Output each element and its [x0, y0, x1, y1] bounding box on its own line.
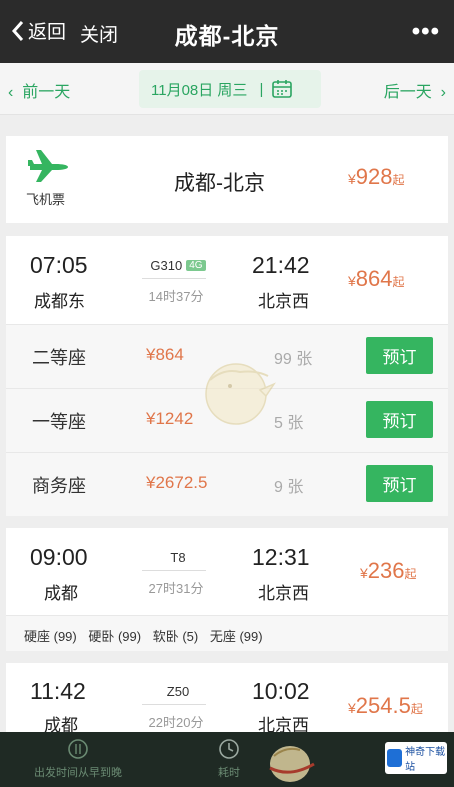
seat-class: 商务座	[32, 476, 86, 496]
book-button[interactable]: 预订	[366, 465, 433, 502]
arrival-station: 北京西	[258, 292, 309, 311]
sort-by-duration-tab[interactable]: 耗时	[204, 738, 254, 780]
date-selector-bar: ‹ 前一天 11月08日 周三 | 后一天 ›	[0, 63, 454, 115]
duration-line	[142, 278, 206, 279]
sort-by-departure-label: 出发时间从早到晚	[34, 767, 122, 779]
seat-row: 商务座 ¥2672.5 9 张 预订	[6, 452, 448, 516]
sort-by-duration-label: 耗时	[218, 767, 240, 779]
sort-by-departure-tab[interactable]: 出发时间从早到晚	[28, 738, 128, 780]
page-title: 成都-北京	[174, 23, 280, 49]
price-value: 928	[355, 164, 393, 189]
travel-duration: 22时20分	[148, 715, 204, 730]
train-price: ¥864起	[348, 266, 405, 292]
price-suffix: 起	[410, 702, 423, 716]
previous-day-button[interactable]: ‹ 前一天	[8, 78, 70, 102]
airplane-icon	[28, 150, 68, 182]
seat-count: 5 张	[274, 415, 304, 432]
book-button[interactable]: 预订	[366, 401, 433, 438]
departure-time: 09:00	[30, 544, 88, 570]
book-button[interactable]: 预订	[366, 337, 433, 374]
availability-item: 无座 (99)	[209, 629, 263, 644]
train-card-z50[interactable]: 11:42 成都 Z50 22时20分 10:02 北京西 ¥254.5起	[6, 663, 448, 732]
train-number: Z50	[166, 684, 190, 699]
train-number: G310 4G	[142, 258, 214, 273]
currency-symbol: ¥	[348, 700, 356, 716]
currency-symbol: ¥	[348, 273, 356, 289]
departure-station: 成都	[44, 716, 78, 732]
departure-time: 07:05	[30, 252, 88, 278]
train-number: T8	[170, 550, 186, 565]
top-navigation-bar: 返回 关闭 成都-北京 •••	[0, 0, 454, 63]
flight-price: ¥928起	[348, 164, 405, 190]
site-logo-icon	[387, 749, 403, 767]
train-price: ¥236起	[360, 558, 417, 584]
watermark-text: 神奇下载站	[405, 747, 446, 773]
more-menu-button[interactable]: •••	[412, 18, 440, 46]
train-price: ¥254.5起	[348, 693, 423, 719]
train-number-label: G310	[150, 258, 183, 273]
arrival-time: 10:02	[252, 678, 310, 704]
next-day-label: 后一天	[383, 84, 432, 101]
travel-duration: 27时31分	[148, 581, 204, 596]
price-suffix: 起	[392, 173, 405, 187]
mascot-watermark-icon	[205, 363, 277, 425]
departure-station: 成都东	[34, 292, 85, 311]
divider: |	[259, 80, 264, 98]
arrival-station: 北京西	[258, 716, 309, 732]
flight-route: 成都-北京	[174, 172, 265, 195]
calendar-icon	[272, 80, 293, 98]
departure-station: 成都	[44, 584, 78, 603]
availability-item: 硬座 (99)	[24, 629, 77, 644]
seat-count: 99 张	[274, 351, 313, 368]
flight-card[interactable]: 飞机票 成都-北京 ¥928起	[6, 136, 448, 223]
price-value: 236	[367, 558, 405, 583]
price-suffix: 起	[404, 567, 417, 581]
seat-availability-row: 硬座 (99) 硬卧 (99) 软卧 (5) 无座 (99)	[6, 615, 448, 651]
arrival-time: 12:31	[252, 544, 310, 570]
currency-symbol: ¥	[348, 171, 356, 187]
seat-price: ¥864	[146, 345, 184, 364]
wifi-badge: 4G	[186, 260, 206, 271]
flight-type-label: 飞机票	[26, 192, 66, 207]
availability-item: 硬卧 (99)	[88, 629, 142, 644]
availability-item: 软卧 (5)	[152, 629, 199, 644]
clock-icon	[219, 739, 239, 759]
seat-count: 9 张	[274, 479, 304, 496]
price-suffix: 起	[392, 275, 405, 289]
travel-duration: 14时37分	[148, 289, 204, 304]
seat-price: ¥2672.5	[146, 473, 208, 492]
seat-class: 一等座	[32, 412, 86, 432]
seat-class: 二等座	[32, 348, 86, 368]
arrival-station: 北京西	[258, 584, 309, 603]
currency-symbol: ¥	[360, 565, 368, 581]
arrival-time: 21:42	[252, 252, 310, 278]
site-watermark: 神奇下载站	[385, 742, 447, 774]
seat-price: ¥1242	[146, 409, 194, 428]
train-card-t8[interactable]: 09:00 成都 T8 27时31分 12:31 北京西 ¥236起	[6, 528, 448, 615]
date-picker[interactable]: 11月08日 周三 |	[139, 70, 321, 108]
duration-line	[142, 570, 206, 571]
previous-day-label: 前一天	[22, 84, 71, 101]
price-value: 864	[355, 266, 393, 291]
date-label: 11月08日 周三	[151, 81, 248, 99]
duration-line	[142, 704, 206, 705]
departure-sort-icon	[68, 739, 88, 759]
departure-time: 11:42	[30, 678, 86, 704]
price-value: 254.5	[355, 693, 411, 718]
next-day-button[interactable]: 后一天 ›	[384, 78, 446, 102]
mascot-logo-icon	[269, 746, 315, 782]
train-card-g310[interactable]: 07:05 成都东 G310 4G 14时37分 21:42 北京西 ¥864起	[6, 236, 448, 330]
